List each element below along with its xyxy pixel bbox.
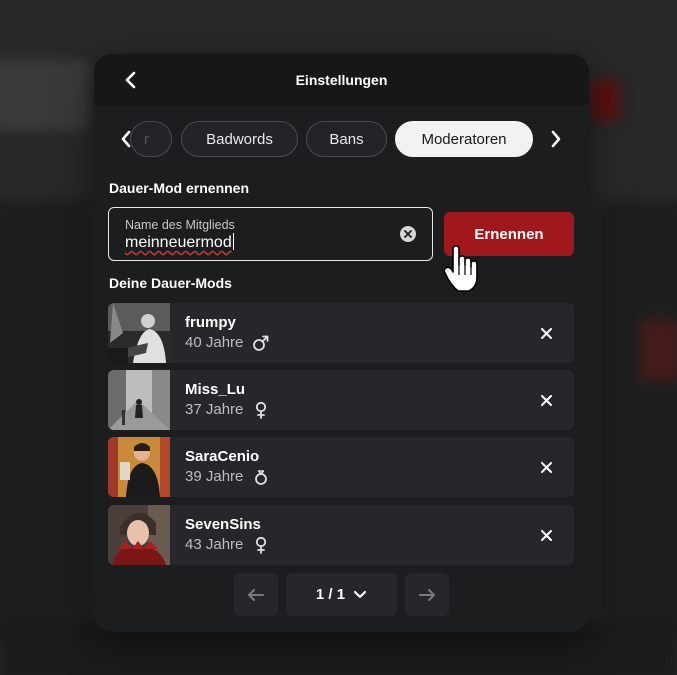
modal-header: Einstellungen (94, 54, 589, 105)
tabs-next-button[interactable] (546, 126, 566, 152)
close-icon (540, 461, 552, 473)
tab-label: Badwords (206, 130, 273, 148)
appoint-section-title: Dauer-Mod ernennen (109, 180, 250, 196)
remove-mod-button[interactable] (536, 525, 556, 545)
close-icon (540, 529, 552, 541)
avatar (108, 370, 170, 430)
remove-mod-button[interactable] (536, 390, 556, 410)
arrow-right-icon (419, 588, 435, 601)
close-icon (540, 394, 552, 406)
next-page-button[interactable] (405, 573, 449, 616)
mod-row: frumpy 40 Jahre (108, 303, 574, 363)
remove-mod-button[interactable] (536, 457, 556, 477)
female-icon (252, 401, 270, 419)
chevron-down-icon (353, 590, 367, 598)
mod-age: 43 Jahre (185, 536, 244, 553)
page-select[interactable]: 1 / 1 (286, 573, 397, 616)
prev-page-button[interactable] (234, 573, 278, 616)
ring-icon (252, 468, 270, 486)
tab-moderatoren[interactable]: Moderatoren (395, 121, 533, 157)
close-icon (540, 327, 552, 339)
tab-label: r (144, 130, 149, 148)
hand-cursor-icon (443, 245, 483, 298)
mod-name: frumpy (185, 314, 236, 331)
mod-row: SevenSins 43 Jahre (108, 505, 574, 565)
tab-badwords[interactable]: Badwords (181, 121, 298, 157)
clear-input-button[interactable] (400, 226, 416, 242)
male-icon (252, 334, 270, 352)
mod-name: SaraCenio (185, 448, 260, 465)
mods-section-title: Deine Dauer-Mods (109, 275, 232, 291)
mod-age: 40 Jahre (185, 334, 244, 351)
member-name-value-wrap: meinneuermod (125, 233, 234, 252)
mod-age: 37 Jahre (185, 401, 244, 418)
back-button[interactable] (118, 67, 144, 93)
member-name-label: Name des Mitglieds (125, 218, 235, 232)
page-indicator: 1 / 1 (315, 586, 346, 603)
avatar (108, 505, 170, 565)
tab-bans[interactable]: Bans (306, 121, 387, 157)
arrow-left-icon (248, 588, 264, 601)
member-name-field[interactable]: Name des Mitglieds meinneuermod (108, 207, 433, 261)
close-icon (404, 230, 412, 238)
tab-partial[interactable]: r (130, 121, 172, 157)
chevron-left-icon (125, 71, 136, 89)
mod-name: SevenSins (185, 516, 261, 533)
tab-label: Bans (329, 130, 364, 148)
mod-age: 39 Jahre (185, 468, 244, 485)
mod-name: Miss_Lu (185, 381, 246, 398)
female-icon (252, 536, 270, 554)
mod-row: Miss_Lu 37 Jahre (108, 370, 574, 430)
mod-row: SaraCenio 39 Jahre (108, 437, 574, 497)
text-caret (232, 233, 234, 250)
tab-label: Moderatoren (421, 130, 507, 148)
settings-modal: Einstellungen r Badwords Bans Moderatore… (94, 54, 589, 632)
member-name-value: meinneuermod (125, 234, 232, 251)
remove-mod-button[interactable] (536, 323, 556, 343)
avatar (108, 303, 170, 363)
chevron-right-icon (551, 130, 561, 148)
avatar (108, 437, 170, 497)
modal-title: Einstellungen (295, 71, 388, 88)
